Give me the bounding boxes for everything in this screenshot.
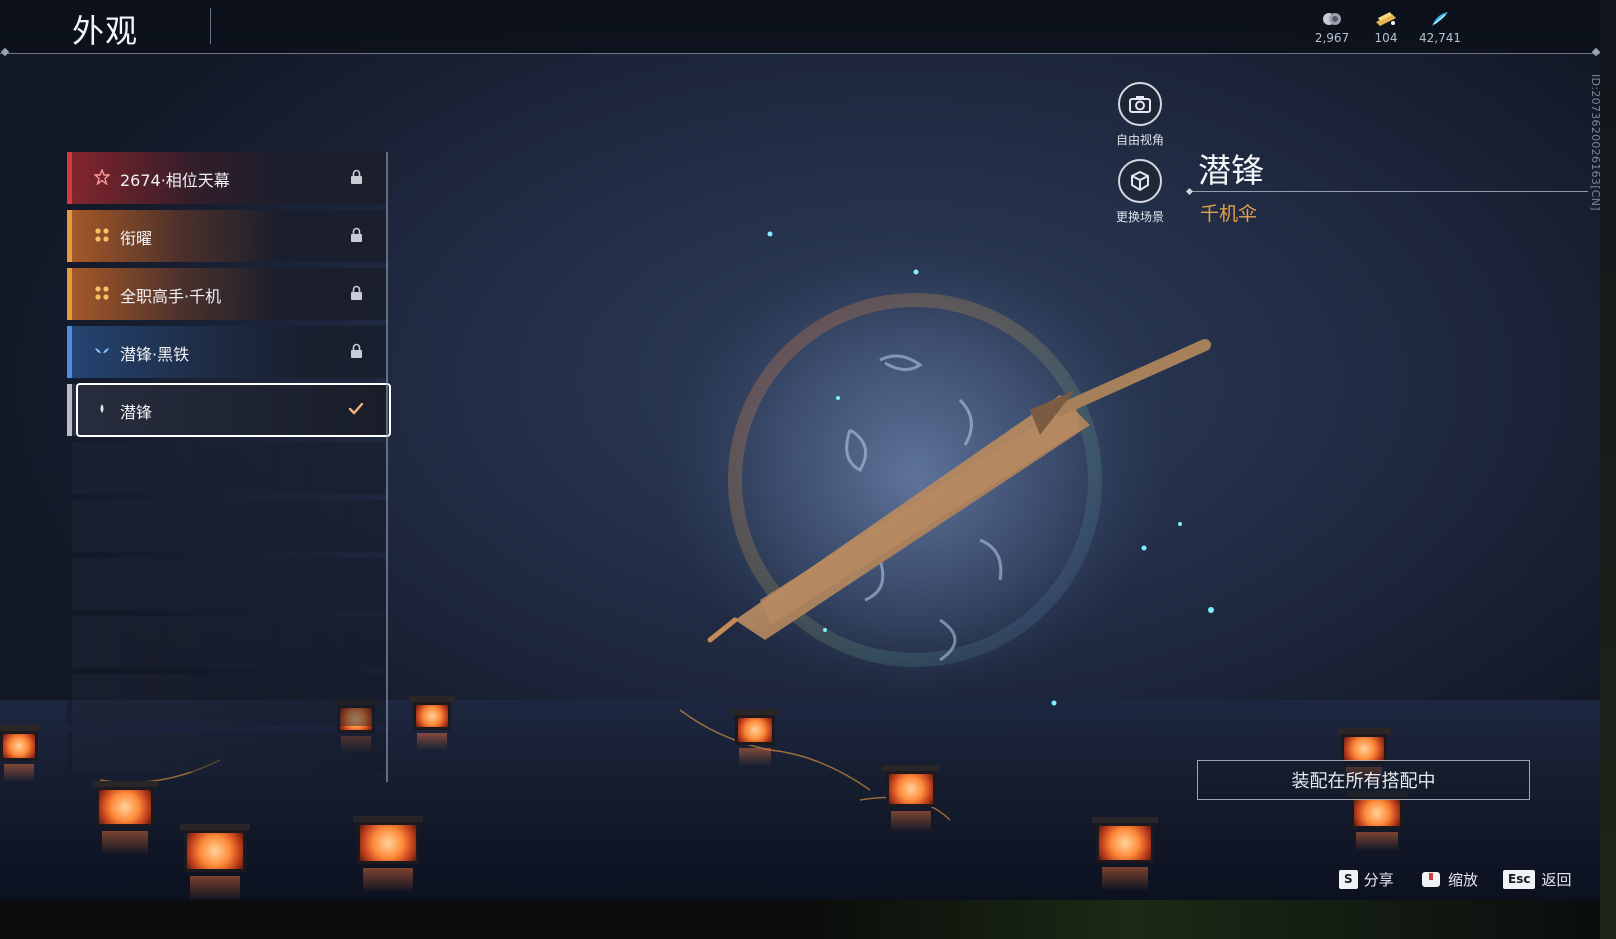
skin-label: 衔曜	[120, 229, 153, 248]
list-scrollbar[interactable]	[386, 152, 388, 782]
camera-icon	[1129, 96, 1151, 113]
item-type: 千机伞	[1200, 203, 1258, 225]
silver-coin-icon	[1323, 13, 1341, 25]
key-cap: Esc	[1503, 870, 1536, 889]
equip-all-button[interactable]: 装配在所有搭配中	[1197, 760, 1530, 800]
flower-icon	[95, 228, 109, 242]
floating-lantern	[180, 824, 250, 900]
floating-lantern	[353, 816, 423, 894]
mouse-icon	[1422, 871, 1440, 887]
share-hint[interactable]: S 分享	[1339, 869, 1394, 890]
zoom-hint[interactable]: 缩放	[1420, 869, 1478, 890]
empty-slot	[67, 674, 387, 726]
skin-label: 全职高手·千机	[120, 287, 222, 306]
currency-silver[interactable]: 2,967	[1305, 10, 1359, 45]
floating-lantern	[1092, 817, 1158, 891]
floating-lantern	[1347, 791, 1407, 852]
key-cap: S	[1339, 870, 1358, 889]
lock-icon	[351, 227, 362, 242]
top-bar: 外观 2,967 104 42,741	[0, 0, 1600, 54]
drop-icon	[100, 404, 104, 413]
empty-slot	[67, 500, 387, 552]
free-view-label: 自由视角	[1115, 133, 1164, 147]
empty-slot	[67, 616, 387, 668]
free-view-button[interactable]: 自由视角	[1105, 82, 1175, 148]
currency-gold[interactable]: 104	[1359, 10, 1413, 45]
outside-game-strip-right	[1600, 0, 1616, 939]
currency-value: 42,741	[1419, 31, 1461, 45]
empty-slot	[67, 558, 387, 610]
outside-game-strip	[0, 900, 1616, 939]
skin-item-xianyao[interactable]: 衔曜	[67, 210, 387, 262]
check-icon	[348, 402, 364, 415]
flower-icon	[95, 286, 109, 300]
floating-lantern	[92, 781, 158, 855]
currency-value: 2,967	[1314, 31, 1350, 45]
blue-feather-icon	[1432, 12, 1448, 26]
item-divider	[1190, 191, 1588, 192]
hint-label: 分享	[1363, 871, 1394, 889]
change-scene-label: 更换场景	[1115, 210, 1164, 224]
skin-list: 2674·相位天幕 衔曜 全职高手·千机 潜锋·黑铁 潜锋	[67, 152, 391, 778]
lock-icon	[351, 285, 362, 300]
floating-lantern	[731, 709, 779, 766]
currency-value: 104	[1374, 31, 1398, 45]
skin-item-qianfeng-heitie[interactable]: 潜锋·黑铁	[67, 326, 387, 378]
back-hint[interactable]: Esc 返回	[1503, 869, 1571, 890]
skin-label: 2674·相位天幕	[120, 171, 230, 190]
skin-item-qianji[interactable]: 全职高手·千机	[67, 268, 387, 320]
skin-item-qianfeng[interactable]: 潜锋	[67, 383, 391, 437]
star-icon	[94, 169, 110, 185]
item-name: 潜锋	[1198, 151, 1264, 190]
player-id: ID:2073620026163[CN]	[1589, 74, 1602, 211]
page-title: 外观	[72, 12, 139, 50]
title-divider	[210, 8, 211, 44]
floating-lantern	[409, 696, 455, 750]
floating-lantern	[0, 725, 42, 782]
lock-icon	[351, 169, 362, 184]
lock-icon	[351, 343, 362, 358]
empty-slot	[67, 732, 387, 772]
hint-label: 缩放	[1448, 871, 1479, 889]
floating-lantern	[882, 765, 940, 833]
wing-icon	[95, 348, 109, 353]
scene-cube-icon	[1131, 170, 1149, 192]
currency-feather[interactable]: 42,741	[1413, 10, 1467, 45]
change-scene-button[interactable]: 更换场景	[1105, 159, 1175, 225]
skin-label: 潜锋	[120, 403, 153, 422]
gold-ticket-icon	[1376, 12, 1396, 26]
skin-item-phase-curtain[interactable]: 2674·相位天幕	[67, 152, 387, 204]
empty-slot	[67, 442, 387, 494]
hint-label: 返回	[1541, 871, 1572, 889]
skin-label: 潜锋·黑铁	[120, 345, 190, 364]
